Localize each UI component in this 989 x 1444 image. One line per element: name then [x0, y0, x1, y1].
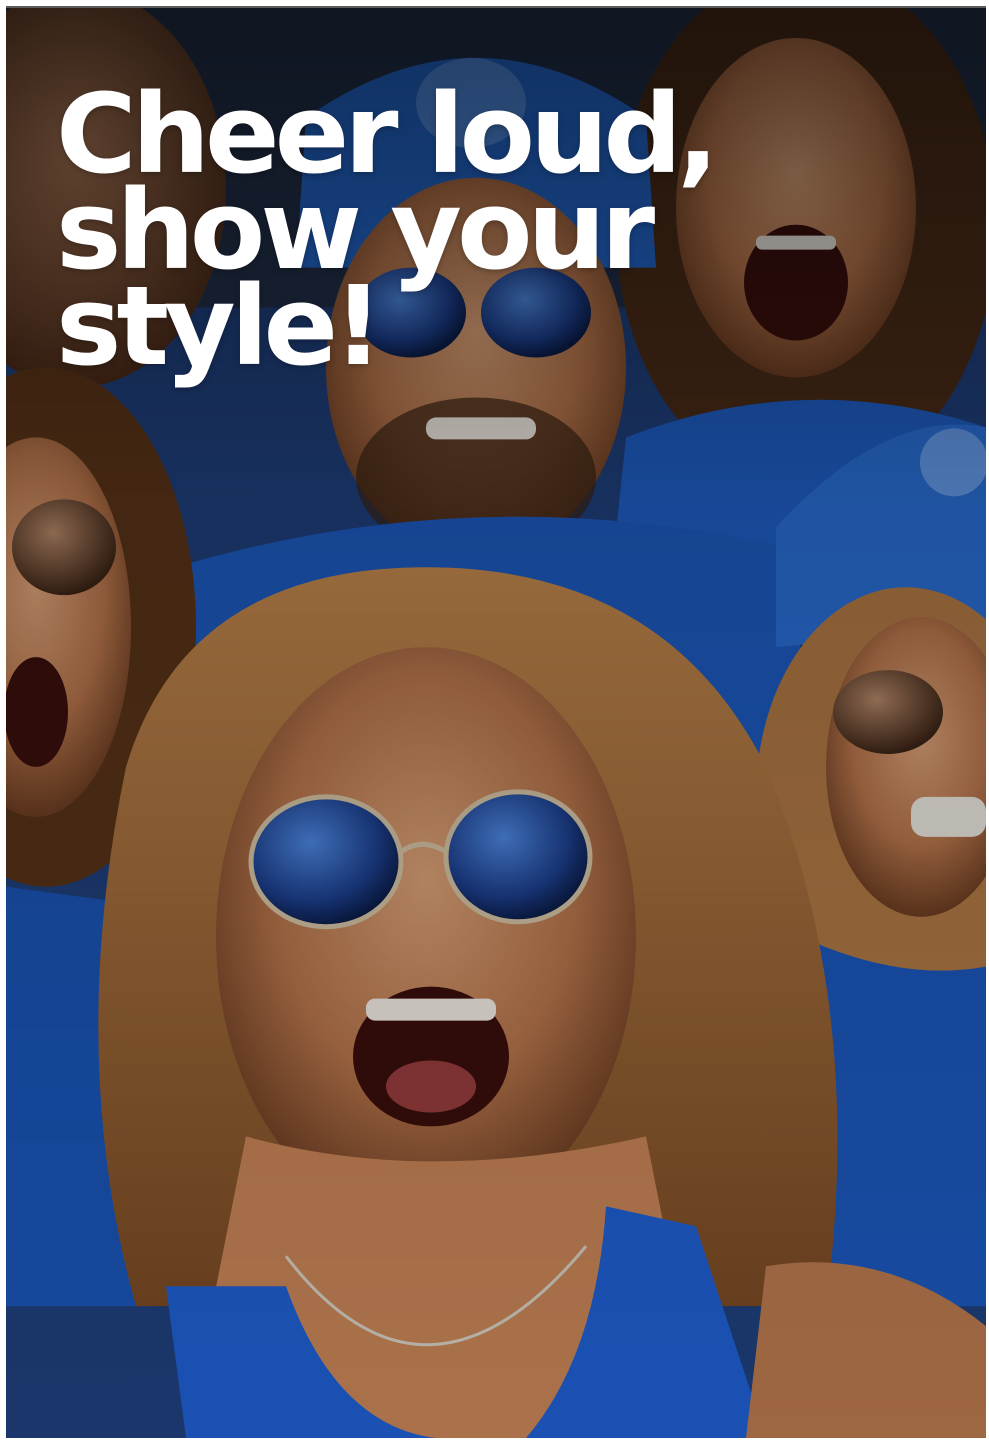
promo-card: Cheer loud, show your style!	[6, 6, 986, 1438]
headline: Cheer loud, show your style!	[56, 79, 719, 381]
